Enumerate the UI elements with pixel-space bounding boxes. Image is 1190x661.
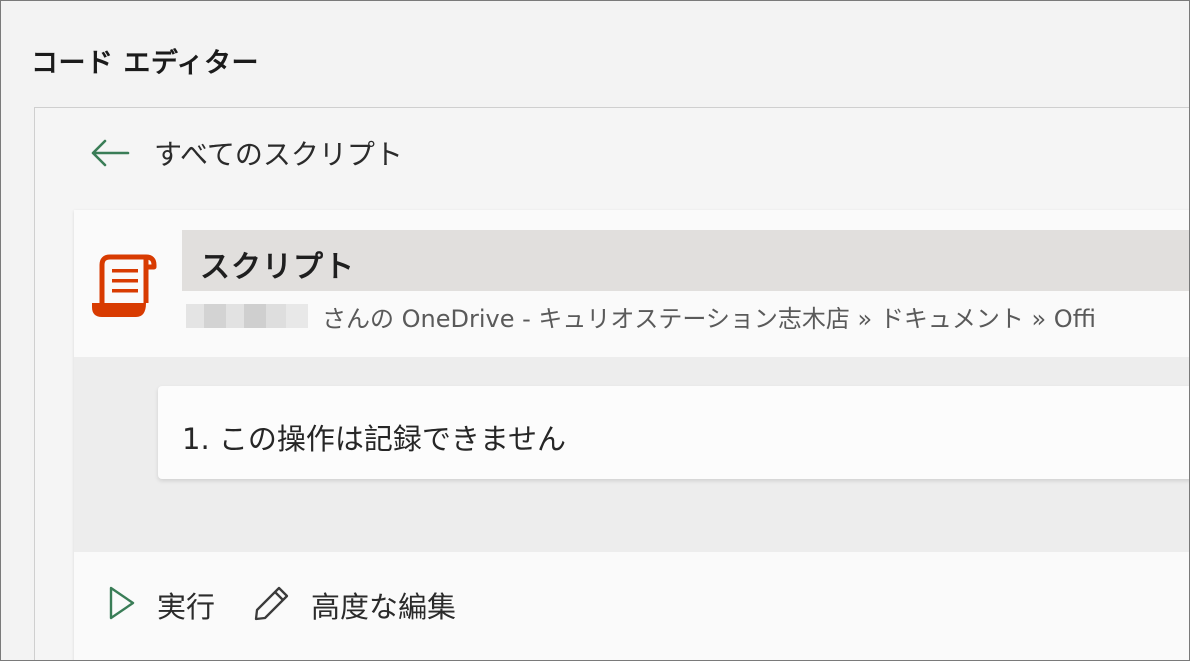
pane-title: コード エディター bbox=[31, 48, 260, 79]
step-item[interactable]: 1. この操作は記録できません bbox=[158, 386, 1189, 479]
play-icon bbox=[107, 585, 137, 625]
back-link-label: すべてのスクリプト bbox=[154, 138, 403, 171]
steps-area: 1. この操作は記録できません bbox=[74, 357, 1189, 552]
back-to-all-scripts-link[interactable]: すべてのスクリプト bbox=[90, 133, 403, 173]
advanced-edit-label: 高度な編集 bbox=[311, 590, 457, 624]
redacted-user-name bbox=[186, 304, 308, 328]
editor-panel: すべてのスクリプト スクリプト さんの OneDrive - キュリオステーショ… bbox=[34, 107, 1189, 660]
advanced-edit-button[interactable]: 高度な編集 bbox=[253, 584, 456, 626]
arrow-left-icon bbox=[90, 139, 130, 167]
script-path-text: さんの OneDrive - キュリオステーション志木店 » ドキュメント » … bbox=[322, 304, 1096, 333]
script-location: さんの OneDrive - キュリオステーション志木店 » ドキュメント » … bbox=[186, 296, 1189, 336]
run-button[interactable]: 実行 bbox=[107, 584, 215, 626]
script-actions: 実行 高度な編集 bbox=[74, 570, 456, 640]
code-editor-pane: コード エディター すべてのスクリプト スクリプト さんの OneDrive -… bbox=[0, 0, 1190, 661]
step-text: 1. この操作は記録できません bbox=[182, 422, 567, 456]
pencil-icon bbox=[253, 584, 291, 626]
script-scroll-icon bbox=[88, 251, 158, 323]
script-name-field[interactable]: スクリプト bbox=[182, 230, 1189, 291]
run-button-label: 実行 bbox=[157, 590, 216, 624]
script-name: スクリプト bbox=[200, 250, 355, 285]
script-card: スクリプト さんの OneDrive - キュリオステーション志木店 » ドキュ… bbox=[74, 210, 1189, 660]
